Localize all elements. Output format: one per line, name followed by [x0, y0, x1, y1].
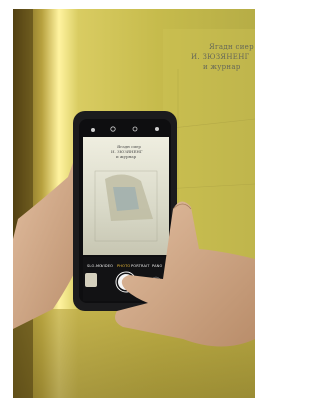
screen-text-line-3: и журнар: [116, 154, 137, 159]
thumbnail-preview[interactable]: [85, 273, 97, 287]
mode-photo[interactable]: PHOTO: [117, 264, 130, 268]
mode-slo-mo[interactable]: SLO-MO: [87, 264, 102, 268]
mode-pano[interactable]: PANO: [152, 264, 162, 268]
mode-video[interactable]: VIDEO: [101, 264, 113, 268]
wall-sign-line-1: Ягадн сиер: [209, 43, 254, 51]
left-shadow: [13, 9, 33, 398]
wall-sign-line-3: и журнар: [203, 63, 241, 71]
filter-icon: [155, 127, 159, 131]
flash-icon: [91, 128, 95, 132]
wall-sign-line-2: И. ЗЮЗЯНЕНГ: [191, 53, 250, 61]
photo: Ягадн сиер И. ЗЮЗЯНЕНГ и журнар Ягадн си…: [13, 9, 255, 398]
mode-portrait[interactable]: PORTRAIT: [131, 264, 150, 268]
